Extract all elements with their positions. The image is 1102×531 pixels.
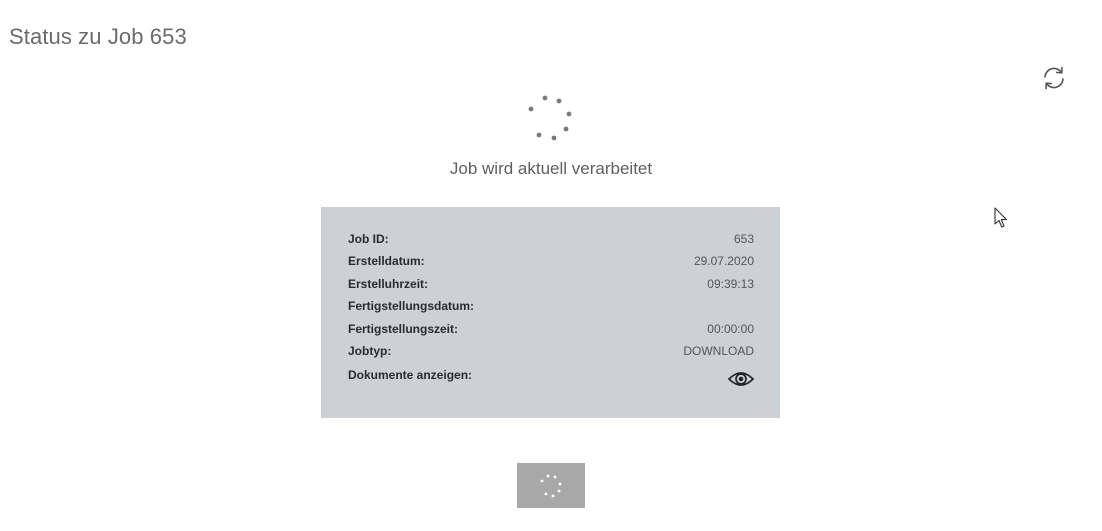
created-time-row: Erstelluhrzeit: 09:39:13 [348, 275, 754, 293]
completion-time-value: 00:00:00 [707, 322, 754, 336]
show-documents-button[interactable] [727, 368, 755, 390]
mouse-pointer-icon [994, 207, 1008, 229]
job-type-value: DOWNLOAD [683, 344, 754, 358]
created-date-label: Erstelldatum: [348, 254, 425, 268]
completion-time-row: Fertigstellungszeit: 00:00:00 [348, 320, 754, 338]
loading-spinner-icon [540, 474, 562, 497]
page-title: Status zu Job 653 [9, 24, 187, 49]
loading-button[interactable] [517, 463, 585, 508]
completion-time-label: Fertigstellungszeit: [348, 322, 459, 336]
created-date-row: Erstelldatum: 29.07.2020 [348, 252, 754, 270]
job-details-panel: Job ID: 653 Erstelldatum: 29.07.2020 Ers… [321, 207, 780, 418]
job-type-row: Jobtyp: DOWNLOAD [348, 342, 754, 360]
status-message: Job wird aktuell verarbeitet [449, 159, 653, 178]
job-type-label: Jobtyp: [348, 344, 392, 358]
loading-spinner-icon [524, 92, 578, 146]
refresh-icon [1044, 66, 1064, 90]
refresh-button[interactable] [1040, 64, 1068, 92]
show-documents-row: Dokumente anzeigen: [348, 366, 755, 386]
show-documents-label: Dokumente anzeigen: [348, 368, 473, 382]
job-id-label: Job ID: [348, 232, 389, 246]
created-time-value: 09:39:13 [707, 277, 754, 291]
job-id-row: Job ID: 653 [348, 230, 754, 248]
job-id-value: 653 [733, 232, 754, 246]
job-status-page: Status zu Job 653 Job wird aktuell verar… [0, 0, 1102, 531]
created-time-label: Erstelluhrzeit: [348, 277, 429, 291]
eye-icon [727, 372, 755, 386]
created-date-value: 29.07.2020 [693, 254, 754, 268]
completion-date-label: Fertigstellungsdatum: [348, 299, 475, 313]
completion-date-row: Fertigstellungsdatum: [348, 297, 754, 315]
